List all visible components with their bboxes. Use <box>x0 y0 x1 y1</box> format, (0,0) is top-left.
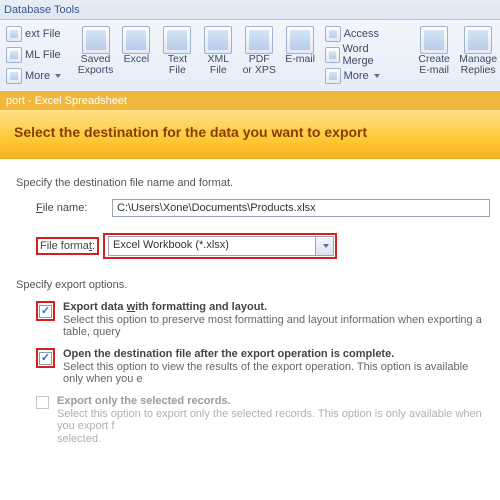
specify-options-label: Specify export options. <box>16 279 490 291</box>
tab-database-tools[interactable]: Database Tools <box>4 4 80 16</box>
more-icon <box>6 68 22 84</box>
ribbon-tabs: Database Tools <box>0 0 500 20</box>
option-export-formatting-desc: Select this option to preserve most form… <box>63 314 490 338</box>
file-format-label: File format: <box>39 238 96 254</box>
export-excel-button[interactable]: Excel <box>116 24 157 87</box>
checkbox-export-formatting[interactable] <box>39 305 52 318</box>
file-name-input[interactable] <box>112 199 490 217</box>
chevron-down-icon <box>374 74 380 78</box>
chevron-down-icon <box>55 74 61 78</box>
file-name-row: File name: <box>36 199 490 217</box>
import-xml-file[interactable]: ML File <box>4 45 63 65</box>
access-icon <box>325 26 341 42</box>
option-selected-only-desc: Select this option to export only the se… <box>57 408 490 432</box>
file-name-label: File name: <box>36 202 112 214</box>
option-open-after-title: Open the destination file after the expo… <box>63 348 490 360</box>
combo-dropdown-button[interactable] <box>315 237 333 255</box>
email-icon <box>286 26 314 54</box>
text-icon <box>163 26 191 54</box>
pdf-icon <box>245 26 273 54</box>
wizard-titlebar: port - Excel Spreadsheet <box>0 92 500 110</box>
more-icon <box>325 68 341 84</box>
ribbon-group-export: Saved Exports Excel Text File XML File P… <box>73 22 406 89</box>
xml-icon <box>204 26 232 54</box>
saved-exports-icon <box>82 26 110 54</box>
import-more[interactable]: More <box>4 66 63 86</box>
export-email-button[interactable]: E-mail <box>280 24 321 87</box>
file-format-combo[interactable]: Excel Workbook (*.xlsx) <box>108 236 334 256</box>
option-export-formatting: Export data with formatting and layout. … <box>36 301 490 338</box>
wizard-header: Select the destination for the data you … <box>0 110 500 159</box>
word-merge-icon <box>325 47 340 63</box>
manage-replies-icon <box>464 26 492 54</box>
wizard-body: Specify the destination file name and fo… <box>0 159 500 459</box>
option-selected-only-title: Export only the selected records. <box>57 395 490 407</box>
option-open-after: Open the destination file after the expo… <box>36 348 490 385</box>
export-more[interactable]: More <box>323 66 382 86</box>
import-text-file[interactable]: ext File <box>4 24 62 44</box>
specify-destination-label: Specify the destination file name and fo… <box>16 177 490 189</box>
checkbox-selected-only <box>36 396 49 409</box>
wizard-heading: Select the destination for the data you … <box>14 124 490 140</box>
checkbox-open-after[interactable] <box>39 352 52 365</box>
manage-replies-button[interactable]: Manage Replies <box>456 24 500 87</box>
chevron-down-icon <box>323 244 329 248</box>
export-word-merge[interactable]: Word Merge <box>323 45 401 65</box>
file-format-row: File format: Excel Workbook (*.xlsx) <box>36 233 490 259</box>
export-access[interactable]: Access <box>323 24 381 44</box>
excel-icon <box>122 26 150 54</box>
highlight-box <box>36 348 55 368</box>
file-format-value: Excel Workbook (*.xlsx) <box>109 237 315 255</box>
create-email-button[interactable]: Create E-mail <box>412 24 456 87</box>
export-xml-button[interactable]: XML File <box>198 24 239 87</box>
xml-file-icon <box>6 47 22 63</box>
ribbon-group-import: ext File ML File More <box>0 22 69 89</box>
option-export-formatting-title: Export data with formatting and layout. <box>63 301 490 313</box>
export-text-button[interactable]: Text File <box>157 24 198 87</box>
option-selected-only: Export only the selected records. Select… <box>36 395 490 445</box>
ribbon: ext File ML File More Saved Exports Exce… <box>0 20 500 92</box>
text-file-icon <box>6 26 22 42</box>
option-open-after-desc: Select this option to view the results o… <box>63 361 490 385</box>
highlight-box: Excel Workbook (*.xlsx) <box>103 233 337 259</box>
highlight-box: File format: <box>36 237 99 255</box>
create-email-icon <box>420 26 448 54</box>
export-pdf-button[interactable]: PDF or XPS <box>239 24 280 87</box>
saved-exports-button[interactable]: Saved Exports <box>75 24 116 87</box>
ribbon-group-collect: Create E-mail Manage Replies <box>410 22 500 89</box>
wizard-titlebar-text: port - Excel Spreadsheet <box>6 95 127 107</box>
highlight-box <box>36 301 55 321</box>
option-selected-only-desc2: selected. <box>57 433 490 445</box>
